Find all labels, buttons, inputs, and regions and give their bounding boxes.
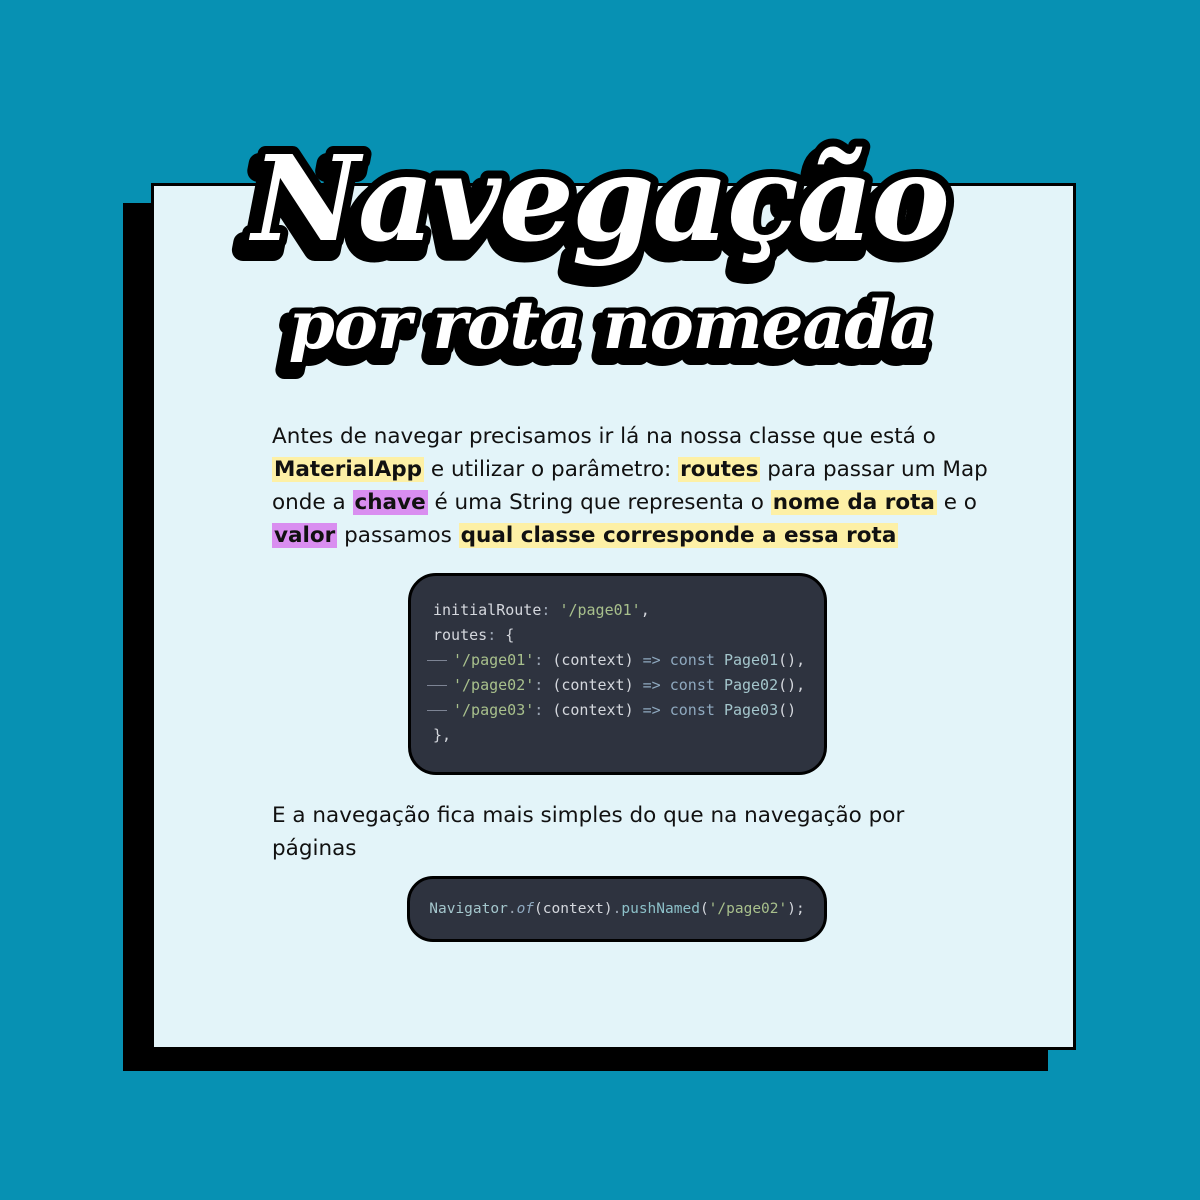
code-line: '/page03': (context) => const Page03() xyxy=(411,698,824,723)
intro-text: passamos xyxy=(337,523,459,548)
routes-code-block: initialRoute: '/page01', routes: { '/pag… xyxy=(408,573,827,775)
code-line: initialRoute: '/page01', xyxy=(433,601,650,619)
highlight-classe: qual classe corresponde a essa rota xyxy=(458,523,899,548)
code-line: '/page02': (context) => const Page02(), xyxy=(411,673,824,698)
code-line: }, xyxy=(433,726,452,744)
intro-text: Antes de navegar precisamos ir lá na nos… xyxy=(272,424,936,449)
highlight-routes: routes xyxy=(678,457,761,482)
highlight-valor: valor xyxy=(272,523,338,548)
title-graphic: Navegação Navegação Navegação por rota n… xyxy=(231,121,958,381)
intro-text: e utilizar o parâmetro: xyxy=(424,457,679,482)
code-line: routes: { xyxy=(433,626,515,644)
intro-paragraph: Antes de navegar precisamos ir lá na nos… xyxy=(272,420,992,552)
highlight-chave: chave xyxy=(352,490,428,515)
highlight-materialapp: MaterialApp xyxy=(272,457,425,482)
code-line: '/page01': (context) => const Page01(), xyxy=(411,648,824,673)
title-main: Navegação xyxy=(248,129,948,268)
intro-text: é uma String que representa o xyxy=(427,490,771,515)
intro-text: e o xyxy=(936,490,977,515)
navigator-code-block: Navigator.of(context).pushNamed('/page02… xyxy=(407,876,827,942)
outro-paragraph: E a navegação fica mais simples do que n… xyxy=(272,803,905,861)
title-sub: por rota nomeada xyxy=(289,286,931,364)
highlight-nome-da-rota: nome da rota xyxy=(770,490,937,515)
